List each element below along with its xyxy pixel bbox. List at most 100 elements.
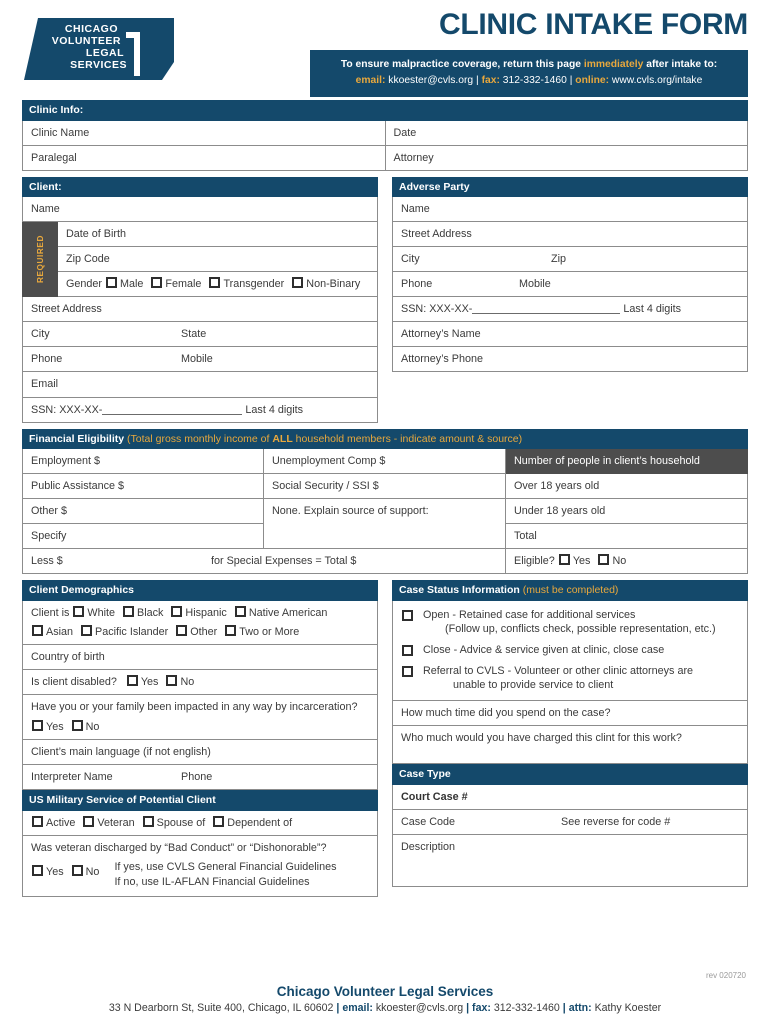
checkbox-icon[interactable]	[142, 815, 154, 827]
field-client-street-address[interactable]: Street Address	[22, 297, 378, 323]
field-attorney[interactable]: Attorney	[385, 145, 748, 171]
field-description[interactable]: Description	[392, 834, 748, 887]
field-gender[interactable]: Gender Male Female Transgender Non-Binary	[58, 272, 378, 298]
field-client-city-state[interactable]: City State	[22, 322, 378, 348]
checkbox-icon[interactable]	[32, 864, 43, 876]
field-specify[interactable]: Specify	[22, 524, 264, 550]
field-other[interactable]: Other $	[22, 499, 264, 525]
field-client-disabled[interactable]: Is client disabled? Yes No	[22, 669, 378, 695]
field-less-special-expenses[interactable]: Less $ for Special Expenses = Total $	[22, 549, 506, 575]
checkbox-icon[interactable]	[32, 624, 43, 636]
field-adverse-attorney-name[interactable]: Attorney’s Name	[392, 322, 748, 348]
discharge-option-yes[interactable]: Yes	[31, 864, 64, 879]
checkbox-icon[interactable]	[292, 277, 304, 289]
case-status-option-open[interactable]: Open - Retained case for additional serv…	[401, 608, 739, 636]
race-option-white[interactable]: White	[72, 605, 115, 620]
military-option-spouse-of[interactable]: Spouse of	[142, 815, 205, 830]
checkbox-icon[interactable]	[32, 720, 43, 732]
field-client-ssn[interactable]: SSN: XXX-XX- Last 4 digits	[22, 397, 378, 423]
field-client-name[interactable]: Name	[22, 197, 378, 223]
field-interpreter[interactable]: Interpreter Name Phone	[22, 765, 378, 791]
disabled-option-no[interactable]: No	[165, 674, 194, 689]
field-discharge-status[interactable]: Was veteran discharged by “Bad Conduct” …	[22, 835, 378, 898]
field-over-18[interactable]: Over 18 years old	[506, 474, 748, 500]
field-court-case-number[interactable]: Court Case #	[392, 784, 748, 810]
case-status-option-close[interactable]: Close - Advice & service given at clinic…	[401, 643, 739, 657]
checkbox-icon[interactable]	[32, 815, 43, 827]
race-option-asian[interactable]: Asian	[31, 624, 73, 639]
field-date-of-birth[interactable]: Date of Birth	[58, 222, 378, 248]
checkbox-icon[interactable]	[209, 277, 221, 289]
gender-option-transgender[interactable]: Transgender	[208, 277, 284, 291]
case-status-option-referral[interactable]: Referral to CVLS - Volunteer or other cl…	[401, 664, 739, 692]
race-option-hispanic[interactable]: Hispanic	[170, 605, 227, 620]
military-option-active[interactable]: Active	[31, 815, 75, 830]
checkbox-icon[interactable]	[151, 277, 163, 289]
checkbox-icon[interactable]	[73, 605, 85, 617]
field-incarceration-impact[interactable]: Have you or your family been impacted in…	[22, 695, 378, 741]
race-option-native-american[interactable]: Native American	[234, 605, 327, 620]
field-main-language[interactable]: Client’s main language (if not english)	[22, 740, 378, 766]
field-charge-amount[interactable]: Who much would you have charged this cli…	[392, 726, 748, 765]
field-adverse-name[interactable]: Name	[392, 197, 748, 223]
field-adverse-ssn[interactable]: SSN: XXX-XX- Last 4 digits	[392, 297, 748, 323]
gender-option-non-binary[interactable]: Non-Binary	[291, 277, 360, 291]
military-option-veteran[interactable]: Veteran	[82, 815, 135, 830]
eligible-option-yes[interactable]: Yes	[558, 554, 590, 568]
discharge-option-no[interactable]: No	[71, 864, 99, 879]
checkbox-icon[interactable]	[213, 815, 225, 827]
checkbox-icon[interactable]	[402, 609, 413, 621]
field-under-18[interactable]: Under 18 years old	[506, 499, 748, 525]
checkbox-icon[interactable]	[558, 554, 570, 566]
field-public-assistance[interactable]: Public Assistance $	[22, 474, 264, 500]
race-option-other[interactable]: Other	[175, 624, 217, 639]
field-client-email[interactable]: Email	[22, 372, 378, 398]
eligible-option-no[interactable]: No	[597, 554, 626, 568]
checkbox-icon[interactable]	[176, 624, 188, 636]
checkbox-icon[interactable]	[71, 720, 83, 732]
field-unemployment-comp[interactable]: Unemployment Comp $	[264, 449, 506, 475]
checkbox-icon[interactable]	[402, 665, 413, 677]
field-country-of-birth[interactable]: Country of birth	[22, 644, 378, 670]
race-option-black[interactable]: Black	[122, 605, 163, 620]
gender-option-male[interactable]: Male	[105, 277, 143, 291]
field-client-phone-mobile[interactable]: Phone Mobile	[22, 347, 378, 373]
disabled-option-yes[interactable]: Yes	[126, 674, 158, 689]
checkbox-icon[interactable]	[402, 644, 413, 656]
field-employment[interactable]: Employment $	[22, 449, 264, 475]
checkbox-icon[interactable]	[126, 674, 138, 686]
case-status-options[interactable]: Open - Retained case for additional serv…	[392, 600, 748, 702]
field-none-explain[interactable]: None. Explain source of support:	[264, 499, 506, 550]
field-social-security-ssi[interactable]: Social Security / SSI $	[264, 474, 506, 500]
checkbox-icon[interactable]	[234, 605, 246, 617]
field-adverse-city-zip[interactable]: City Zip	[392, 247, 748, 273]
checkbox-icon[interactable]	[81, 624, 93, 636]
incarceration-option-yes[interactable]: Yes	[31, 720, 64, 734]
field-household-total[interactable]: Total	[506, 524, 748, 550]
field-client-race[interactable]: Client is White Black Hispanic Native Ameri…	[22, 600, 378, 645]
gender-option-female[interactable]: Female	[150, 277, 201, 291]
checkbox-icon[interactable]	[598, 554, 610, 566]
checkbox-icon[interactable]	[83, 815, 95, 827]
field-eligible[interactable]: Eligible? Yes No	[506, 549, 748, 575]
field-date[interactable]: Date	[385, 120, 748, 146]
field-adverse-phone-mobile[interactable]: Phone Mobile	[392, 272, 748, 298]
ssn-blank[interactable]	[102, 405, 243, 415]
checkbox-icon[interactable]	[166, 674, 178, 686]
ssn-blank[interactable]	[472, 304, 621, 315]
field-paralegal[interactable]: Paralegal	[22, 145, 386, 171]
checkbox-icon[interactable]	[106, 277, 118, 289]
checkbox-icon[interactable]	[171, 605, 183, 617]
field-clinic-name[interactable]: Clinic Name	[22, 120, 386, 146]
incarceration-option-no[interactable]: No	[71, 720, 99, 734]
field-time-spent[interactable]: How much time did you spend on the case?	[392, 701, 748, 727]
race-option-pacific-islander[interactable]: Pacific Islander	[80, 624, 168, 639]
military-option-dependent-of[interactable]: Dependent of	[212, 815, 292, 830]
checkbox-icon[interactable]	[225, 624, 237, 636]
checkbox-icon[interactable]	[71, 864, 83, 876]
field-military-status[interactable]: Active Veteran Spouse of Dependent of	[22, 810, 378, 836]
race-option-two-or-more[interactable]: Two or More	[224, 624, 299, 639]
field-case-code[interactable]: Case Code See reverse for code #	[392, 809, 748, 835]
field-adverse-street-address[interactable]: Street Address	[392, 222, 748, 248]
field-adverse-attorney-phone[interactable]: Attorney’s Phone	[392, 347, 748, 373]
